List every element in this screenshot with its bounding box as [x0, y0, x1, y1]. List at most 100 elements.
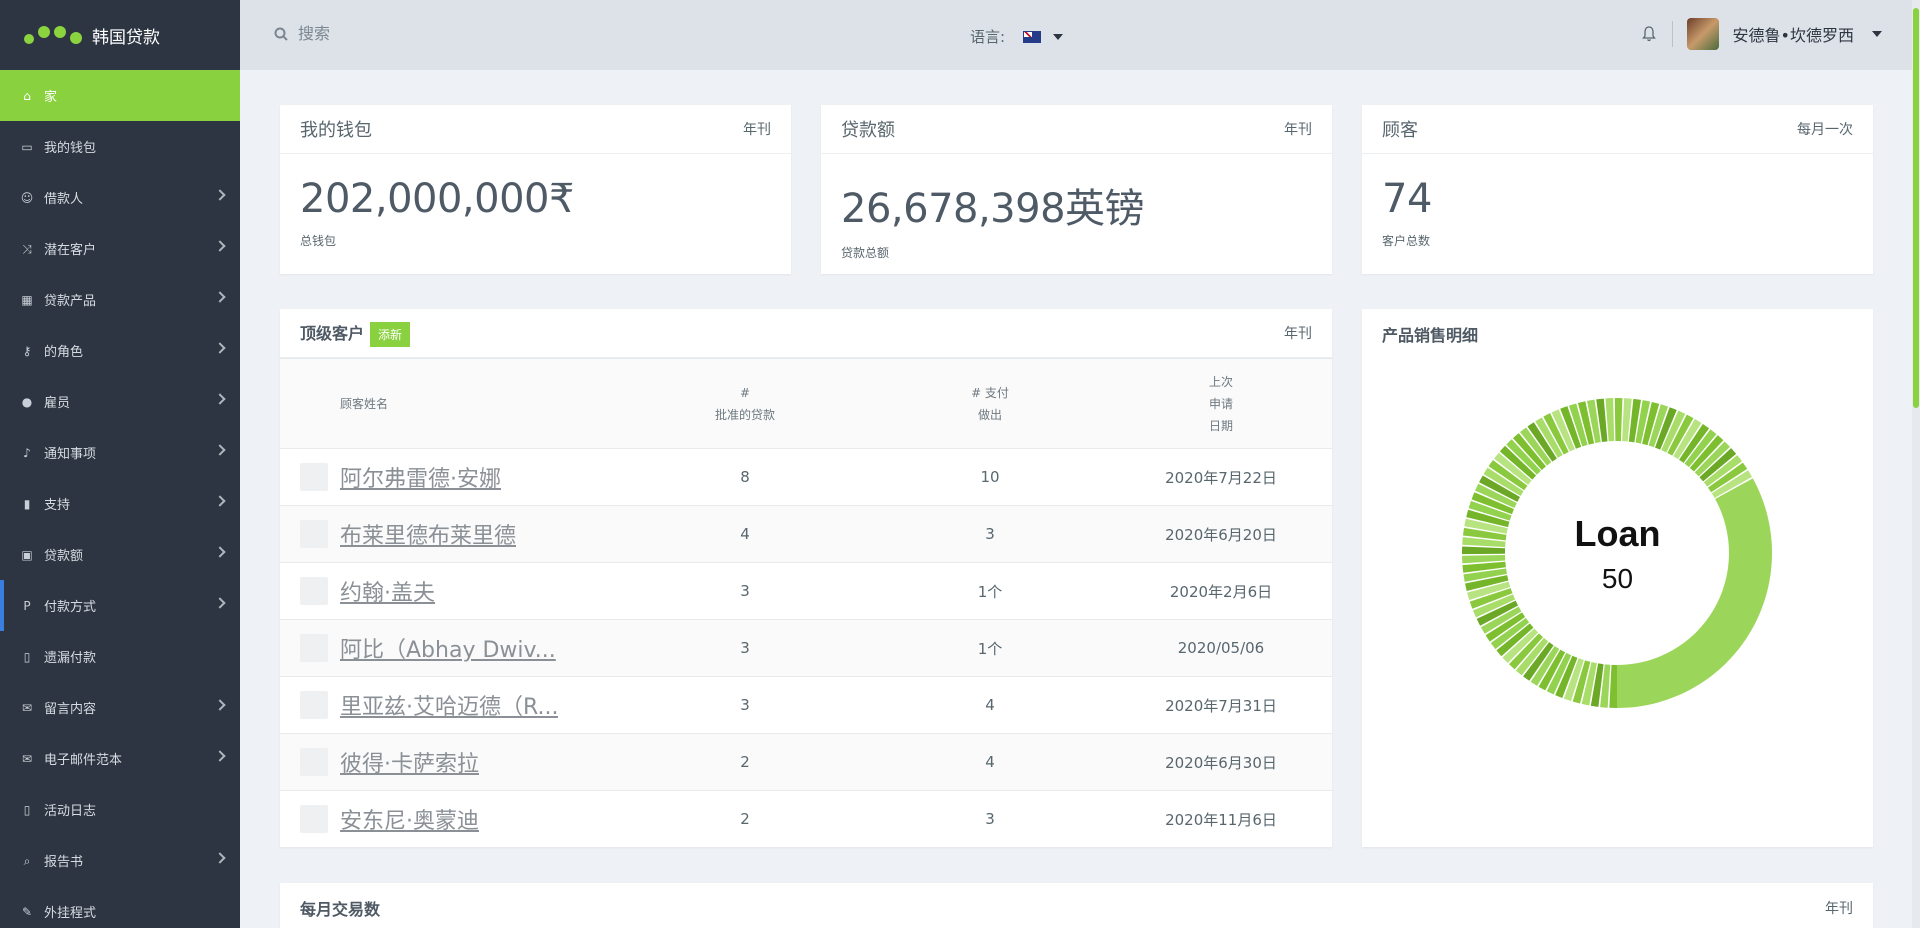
monthly-transactions-card: 每月交易数 年刊: [280, 883, 1873, 928]
sidebar-item-label: 付款方式: [44, 600, 97, 615]
sidebar-item-8[interactable]: ▮ 支持: [0, 478, 240, 529]
stat-card-wallet: 我的钱包 年刊 202,000,000₹ 总钱包: [280, 105, 791, 274]
sidebar-item-7[interactable]: ♪ 通知事项: [0, 427, 240, 478]
scrollbar-thumb[interactable]: [1913, 8, 1919, 408]
customer-name-link[interactable]: 彼得·卡萨索拉: [340, 746, 479, 778]
header-line: 申请: [1208, 396, 1233, 411]
customer-name-link[interactable]: 阿比（Abhay Dwiv...: [340, 632, 556, 664]
sidebar-item-label: 通知事项: [44, 447, 97, 462]
donut-segment[interactable]: [1614, 398, 1623, 442]
sidebar-item-10[interactable]: P 付款方式: [0, 580, 240, 631]
table-row: 阿尔弗雷德·安娜 8 10 2020年7月22日: [280, 448, 1332, 506]
payments-cell: 4: [985, 696, 995, 714]
search-input[interactable]: [298, 24, 498, 43]
paypal-icon: P: [23, 598, 31, 613]
sidebar-item-11[interactable]: ▯ 遗漏付款: [0, 631, 240, 682]
table-header-row: 顾客姓名 # 批准的贷款 # 支付 做出 上次 申请 日期: [280, 358, 1332, 449]
sidebar-item-12[interactable]: ✉ 留言内容: [0, 682, 240, 733]
sidebar-item-label: 借款人: [44, 192, 84, 207]
customer-name-link[interactable]: 约翰·盖夫: [340, 575, 435, 607]
envelope-icon: ✉: [21, 700, 33, 715]
card-period: 年刊: [1284, 326, 1312, 342]
chevron-down-icon[interactable]: [1872, 31, 1882, 37]
donut-segment[interactable]: [1609, 664, 1617, 708]
card-title: 每月交易数: [300, 899, 381, 919]
approved-loans-cell: 3: [740, 639, 750, 657]
donut-center-value: 50: [1601, 563, 1634, 594]
topbar: 语言: 安德鲁•坎德罗西: [240, 0, 1920, 70]
sidebar-item-9[interactable]: ▣ 贷款额: [0, 529, 240, 580]
sidebar-item-16[interactable]: ✎ 外挂程式: [0, 886, 240, 928]
sidebar-item-3[interactable]: ⤨ 潜在客户: [0, 223, 240, 274]
sidebar-item-0[interactable]: ⌂ 家: [0, 70, 240, 121]
search-icon: ⌕: [23, 853, 31, 868]
sidebar-nav: ⌂ 家 ▭ 我的钱包 ☺ 借款人 ⤨ 潜在客户 ▦ 贷款产品 ⚷ 的角色 ● 雇员 ♪ 通知事项 ▮ 支持 ▣ 贷款额…: [0, 70, 240, 928]
donut-chart: Loan 50: [1362, 358, 1873, 828]
file-icon: ▯: [23, 649, 31, 664]
table-row: 安东尼·奥蒙迪 2 3 2020年11月6日: [280, 790, 1332, 848]
sidebar-item-5[interactable]: ⚷ 的角色: [0, 325, 240, 376]
user-name[interactable]: 安德鲁•坎德罗西: [1733, 22, 1854, 46]
sidebar-item-15[interactable]: ⌕ 报告书: [0, 835, 240, 886]
customer-name-link[interactable]: 里亚兹·艾哈迈德（R...: [340, 689, 558, 721]
card-title: 贷款额: [841, 120, 895, 141]
customer-cell: 阿尔弗雷德·安娜: [280, 449, 620, 506]
customer-cell: 约翰·盖夫: [280, 563, 620, 620]
shuffle-icon: ⤨: [22, 241, 32, 256]
scrollbar[interactable]: [1912, 0, 1920, 928]
sidebar-item-label: 家: [44, 90, 58, 105]
customer-avatar: [300, 463, 328, 491]
table-row: 阿比（Abhay Dwiv... 3 1个 2020/05/06: [280, 619, 1332, 677]
australia-flag-icon: [1023, 30, 1042, 43]
sidebar-item-label: 潜在客户: [44, 243, 97, 258]
approved-loans-cell: 3: [740, 696, 750, 714]
add-new-badge[interactable]: 添新: [370, 321, 411, 347]
stat-label: 客户总数: [1382, 234, 1431, 248]
language-selector[interactable]: 语言:: [970, 26, 1064, 47]
user-menu[interactable]: 安德鲁•坎德罗西: [1641, 18, 1882, 50]
table-icon: ▦: [21, 292, 33, 307]
payments-cell: 1个: [977, 582, 1003, 601]
top-customers-card: 顶级客户 添新 年刊 顾客姓名 # 批准的贷款 # 支付 做出 上次 申请 日期 阿尔弗雷…: [280, 309, 1332, 847]
bell-icon[interactable]: [1641, 26, 1656, 42]
customer-name-link[interactable]: 布莱里德布莱里德: [340, 518, 516, 550]
bell-icon: ♪: [23, 445, 31, 460]
customer-avatar: [300, 634, 328, 662]
payments-cell: 3: [985, 810, 995, 829]
sidebar-item-14[interactable]: ▯ 活动日志: [0, 784, 240, 835]
sidebar-item-label: 贷款额: [44, 549, 84, 564]
sidebar: 韩国贷款 ⌂ 家 ▭ 我的钱包 ☺ 借款人 ⤨ 潜在客户 ▦ 贷款产品 ⚷ 的角色 ● 雇员 ♪ 通知事项 ▮ 支…: [0, 0, 240, 928]
column-header: # 支付 做出: [870, 359, 1110, 449]
chevron-right-icon: [214, 240, 226, 252]
search-box: [274, 24, 498, 43]
briefcase-icon: ▭: [21, 139, 33, 154]
header-line: 顾客姓名: [340, 396, 389, 411]
customer-name-link[interactable]: 阿尔弗雷德·安娜: [340, 461, 501, 493]
sidebar-item-label: 我的钱包: [44, 141, 97, 156]
header-line: 做出: [977, 407, 1002, 422]
brand-name: 韩国贷款: [92, 27, 160, 48]
sidebar-item-label: 活动日志: [44, 804, 97, 819]
chevron-right-icon: [214, 291, 226, 303]
sidebar-item-4[interactable]: ▦ 贷款产品: [0, 274, 240, 325]
avatar[interactable]: [1686, 18, 1719, 50]
chevron-right-icon: [214, 342, 226, 354]
customer-name-link[interactable]: 安东尼·奥蒙迪: [340, 803, 479, 835]
sidebar-item-label: 电子邮件范本: [44, 753, 123, 768]
top-customers-title: 顶级客户: [300, 323, 365, 343]
sidebar-item-2[interactable]: ☺ 借款人: [0, 172, 240, 223]
sidebar-item-6[interactable]: ● 雇员: [0, 376, 240, 427]
last-applied-date-cell: 2020年6月20日: [1165, 525, 1277, 544]
sidebar-item-1[interactable]: ▭ 我的钱包: [0, 121, 240, 172]
chevron-right-icon: [214, 495, 226, 507]
brand[interactable]: 韩国贷款: [0, 0, 240, 70]
key-icon: ⚷: [22, 343, 32, 358]
customer-avatar: [300, 520, 328, 548]
sidebar-item-13[interactable]: ✉ 电子邮件范本: [0, 733, 240, 784]
chevron-down-icon: [1053, 33, 1064, 40]
customer-cell: 里亚兹·艾哈迈德（R...: [280, 677, 620, 734]
card-title: 产品销售明细: [1382, 325, 1479, 345]
divider: [1671, 21, 1673, 47]
wrench-icon: ✎: [21, 904, 33, 919]
chevron-right-icon: [214, 444, 226, 456]
